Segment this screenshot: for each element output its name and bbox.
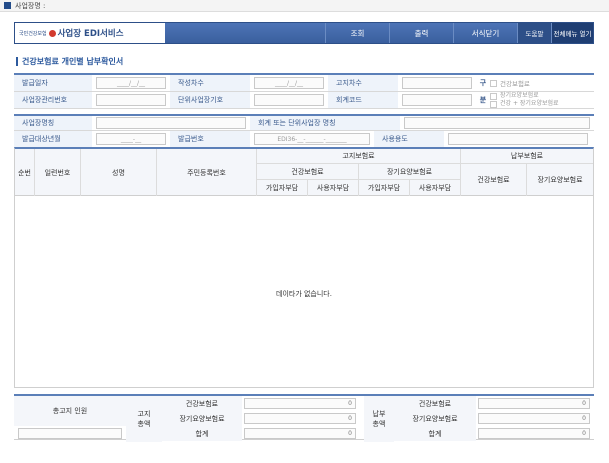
- acct-unit-input[interactable]: [404, 117, 590, 129]
- notice-sum-value: 0: [244, 428, 356, 439]
- total-notice-input[interactable]: [18, 428, 122, 439]
- top-status-bar: 사업장명 :: [0, 0, 609, 12]
- issue-date-label: 발급일자: [14, 75, 92, 91]
- usage-label: 사용용도: [374, 131, 444, 147]
- nhis-logo-icon: [48, 29, 56, 37]
- business-name-label: 사업장명 :: [15, 1, 46, 10]
- unit-mgmt-label: 단위사업장기호: [170, 92, 250, 108]
- mgmt-no-label: 사업장관리번호: [14, 92, 92, 108]
- notice-health-value: 0: [244, 398, 356, 409]
- issue-date-input[interactable]: ____/__/__: [96, 77, 166, 89]
- print-button[interactable]: 출력: [389, 23, 453, 43]
- notice-total-label: 고지 총액: [126, 396, 162, 442]
- bun-label: 분: [479, 96, 487, 104]
- opt-health-row[interactable]: 건강보험료: [490, 78, 530, 88]
- close-form-button[interactable]: 서식닫기: [453, 23, 517, 43]
- target-year-label: 발급대상년월: [14, 131, 92, 147]
- opt-both-row[interactable]: 건강 + 장기요양보험료: [490, 100, 559, 108]
- form-row-2: 사업장관리번호 단위사업장기호 회계코드 분 장기요양보험료 건강 + 장기요양…: [14, 92, 594, 109]
- opt-both-label: 건강 + 장기요양보험료: [500, 100, 559, 107]
- mgmt-no-input[interactable]: [96, 94, 166, 106]
- all-menu-button[interactable]: 전체메뉴 열기: [551, 23, 593, 43]
- app-header: 국민건강보험 사업장 EDI서비스 조회 출력 서식닫기 도움말 전체메뉴 열기: [14, 22, 594, 44]
- brand-logo[interactable]: 국민건강보험 사업장 EDI서비스: [15, 23, 165, 43]
- opt-health-checkbox[interactable]: [490, 79, 497, 87]
- acct-code-label: 회계코드: [328, 92, 398, 108]
- paid-row-sum: 합계: [394, 426, 476, 441]
- notice-total-l1: 고지: [137, 410, 151, 418]
- opt-longterm-label: 장기요양보험료: [500, 92, 539, 99]
- col-rrn[interactable]: 주민등록번호: [157, 149, 257, 196]
- form-row-4: 발급대상년월 ____-__ 발급번호 EDI36-__-______-____…: [14, 131, 594, 148]
- org-name: 국민건강보험: [19, 30, 47, 37]
- notice-total-l2: 총액: [137, 420, 151, 428]
- opt-both-checkbox[interactable]: [490, 100, 497, 108]
- paid-row-health: 건강보험료: [394, 396, 476, 411]
- paid-total-l2: 총액: [372, 420, 386, 428]
- form-row-1: 발급일자 ____/__/__ 작성차수 ____/__/__ 고지차수 구 건…: [14, 75, 594, 92]
- paid-row-longterm: 장기요양보험료: [394, 411, 476, 426]
- notice-count-label: 고지차수: [328, 75, 398, 91]
- group-paid: 납부보험료: [461, 149, 593, 164]
- issue-no-label: 발급번호: [170, 131, 250, 147]
- unit-mgmt-input[interactable]: [254, 94, 324, 106]
- page-title-text: 건강보험료 개인별 납부확인서: [22, 57, 124, 66]
- paid-health-value: 0: [478, 398, 590, 409]
- usage-input[interactable]: [448, 133, 588, 145]
- notice-row-health: 건강보험료: [162, 396, 242, 411]
- paid-sum-value: 0: [478, 428, 590, 439]
- page-icon: [4, 2, 11, 9]
- sub-longterm-subscriber[interactable]: 가입자부담: [359, 180, 410, 196]
- notice-longterm-value: 0: [244, 413, 356, 424]
- issue-no-input[interactable]: EDI36-__-______-_______: [254, 133, 370, 145]
- biz-name-label: 사업장명칭: [14, 116, 92, 130]
- result-grid: 순번 일련번호 성명 주민등록번호 고지보험료 건강보험료 장기요양보험료 가입…: [14, 147, 594, 388]
- paid-total-l1: 납부: [372, 410, 386, 418]
- col-serial[interactable]: 일련번호: [35, 149, 81, 196]
- app-title: 사업장 EDI서비스: [57, 29, 124, 39]
- help-button[interactable]: 도움말: [517, 23, 551, 43]
- opt-longterm-row[interactable]: 장기요양보험료: [490, 92, 559, 100]
- opt-group: 장기요양보험료 건강 + 장기요양보험료: [490, 92, 559, 108]
- total-notice-label: 총고지 인원: [14, 396, 126, 426]
- acct-unit-label: 회계 또는 단위사업장 명칭: [250, 116, 400, 130]
- nav-spacer: [165, 23, 325, 43]
- write-count-input[interactable]: ____/__/__: [254, 77, 324, 89]
- paid-longterm-value: 0: [478, 413, 590, 424]
- sub-health-employer[interactable]: 사용자부담: [308, 180, 359, 196]
- query-button[interactable]: 조회: [325, 23, 389, 43]
- notice-row-longterm: 장기요양보험료: [162, 411, 242, 426]
- form-row-3: 사업장명칭 회계 또는 단위사업장 명칭: [14, 114, 594, 131]
- page-title: 건강보험료 개인별 납부확인서: [16, 56, 123, 67]
- opt-health-label: 건강보험료: [500, 80, 530, 88]
- group-notice: 고지보험료: [257, 149, 461, 164]
- col-name[interactable]: 성명: [81, 149, 157, 196]
- empty-message: 데이타가 없습니다.: [276, 290, 332, 298]
- acct-code-input[interactable]: [402, 94, 472, 106]
- sub-health-subscriber[interactable]: 가입자부담: [257, 180, 308, 196]
- notice-row-sum: 합계: [162, 426, 242, 441]
- paid-health[interactable]: 건강보험료: [461, 164, 527, 196]
- paid-longterm[interactable]: 장기요양보험료: [527, 164, 593, 196]
- title-bar-icon: [16, 57, 18, 66]
- grid-header: 순번 일련번호 성명 주민등록번호 고지보험료 건강보험료 장기요양보험료 가입…: [15, 149, 593, 196]
- biz-name-input[interactable]: [96, 117, 246, 129]
- write-count-label: 작성차수: [170, 75, 250, 91]
- summary-panel: 총고지 인원 고지 총액 건강보험료 장기요양보험료 합계 0 0 0 납부 총…: [14, 394, 594, 442]
- paid-total-label: 납부 총액: [364, 396, 394, 442]
- gu-label: 구: [479, 79, 487, 87]
- search-form: 발급일자 ____/__/__ 작성차수 ____/__/__ 고지차수 구 건…: [14, 73, 594, 148]
- sub-longterm: 장기요양보험료: [359, 164, 461, 180]
- opt-longterm-checkbox[interactable]: [490, 92, 497, 100]
- target-year-input[interactable]: ____-__: [96, 133, 166, 145]
- sub-health: 건강보험료: [257, 164, 359, 180]
- notice-count-input[interactable]: [402, 77, 472, 89]
- top-nav: 조회 출력 서식닫기 도움말 전체메뉴 열기: [165, 23, 593, 43]
- col-no[interactable]: 순번: [15, 149, 35, 196]
- sub-longterm-employer[interactable]: 사용자부담: [410, 180, 461, 196]
